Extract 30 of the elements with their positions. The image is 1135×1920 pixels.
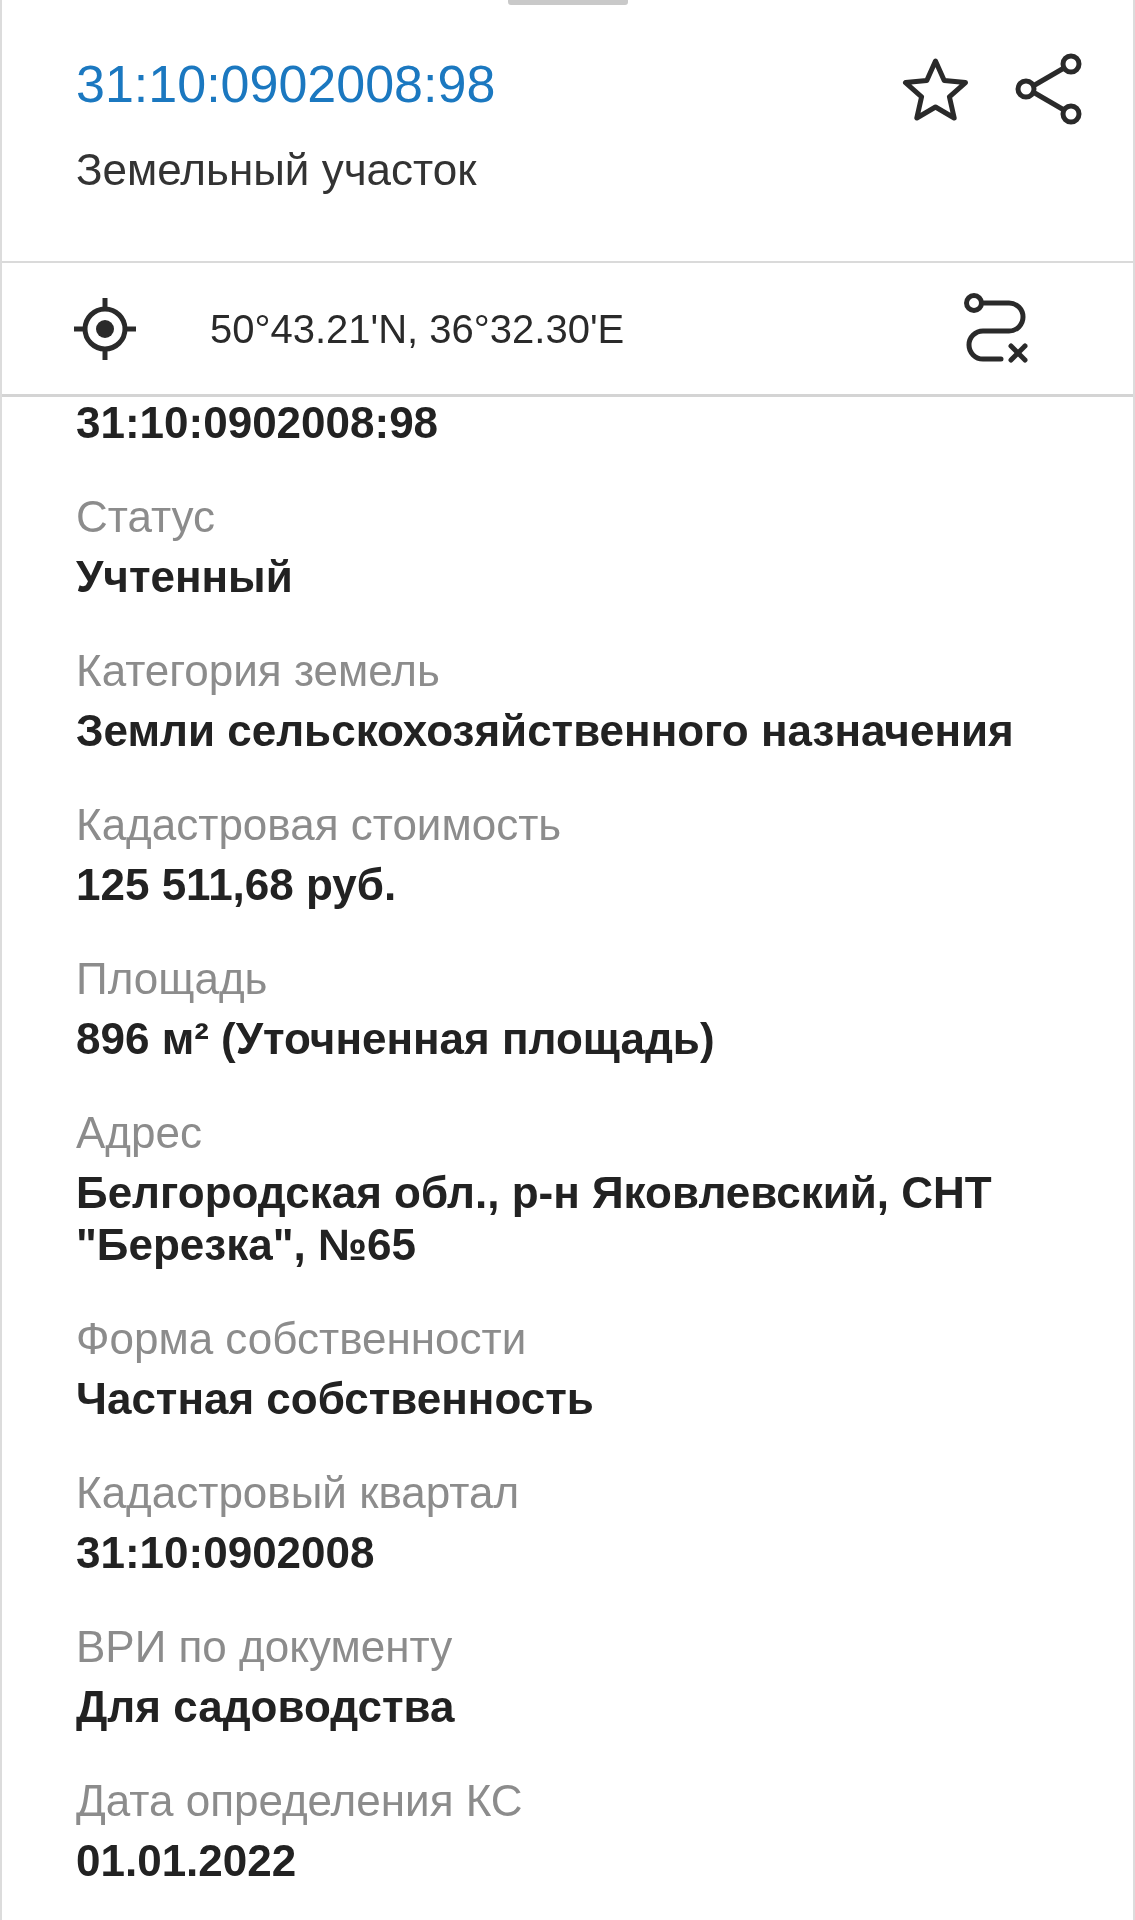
field-value: Учтенный [76,551,294,603]
field-label: Дата определения КС [76,1775,524,1827]
field-value: 31:10:0902008 [76,1527,376,1579]
parcel-type: Земельный участок [76,144,478,196]
field-value: Частная собственность [76,1373,595,1425]
share-button[interactable] [1014,53,1083,125]
field-value: 125 511,68 руб. [76,859,398,911]
field-label: Статус [76,491,217,543]
field-label: Адрес [76,1107,203,1159]
field-value: 896 м² (Уточненная площадь) [76,1013,716,1065]
field-label: Кадастровый квартал [76,1467,521,1519]
drag-handle[interactable] [507,0,628,5]
favorite-button[interactable] [901,58,970,122]
field-value: Белгородская обл., р-н Яковлевский, СНТ "Березка", №65 [76,1167,993,1271]
field-value: Для садоводства [76,1681,456,1733]
field-label: Площадь [76,953,269,1005]
coordinates: 50°43.21'N, 36°32.30'E [210,305,626,353]
share-icon [1014,53,1083,125]
location-target-icon [74,297,136,360]
field-value: Земли сельскохозяйственного назначения [76,705,1015,757]
field-label: Категория земель [76,645,441,697]
field-label: Кадастровая стоимость [76,799,563,851]
cadastral-number: 31:10:0902008:98 [76,397,440,449]
field-label: Форма собственности [76,1313,528,1365]
field-value: 01.01.2022 [76,1835,298,1887]
route-cancel-icon [963,292,1029,365]
parcel-title: 31:10:0902008:98 [76,54,496,115]
route-button[interactable] [963,292,1029,365]
field-label: ВРИ по документу [76,1621,454,1673]
star-icon [901,58,970,122]
